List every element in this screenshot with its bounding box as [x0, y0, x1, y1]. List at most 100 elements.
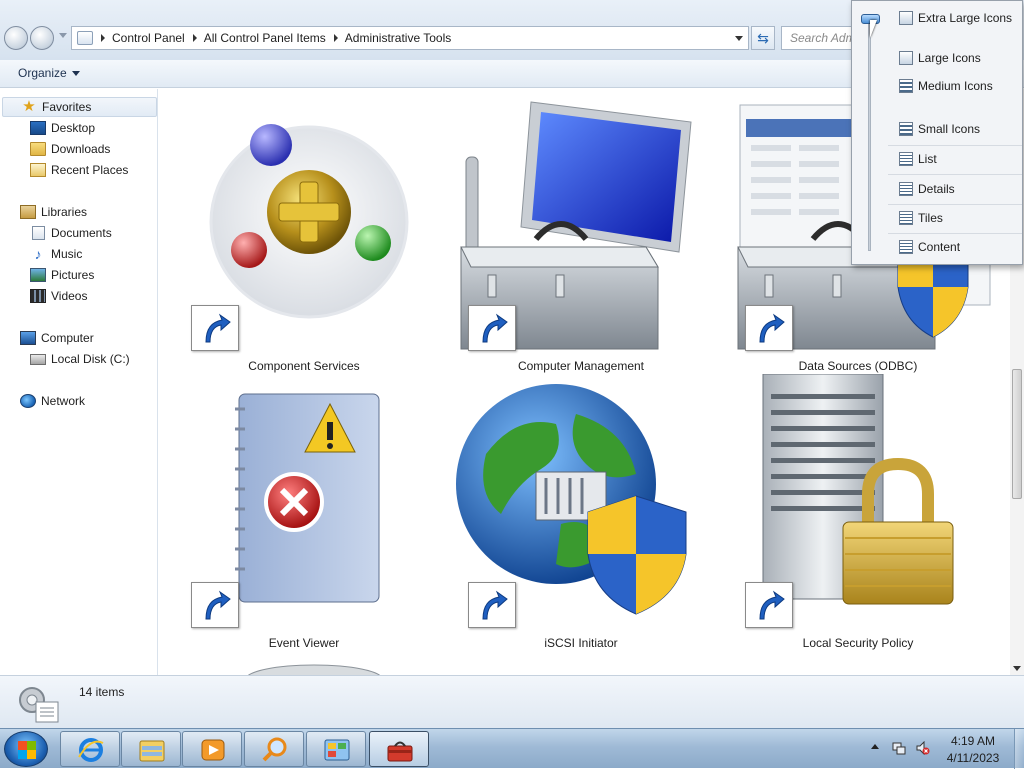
nav-recent-places[interactable]: Recent Places: [30, 160, 128, 180]
view-option-large-icons[interactable]: Large Icons: [892, 46, 1022, 70]
view-option-tiles[interactable]: Tiles: [892, 206, 1022, 230]
breadcrumb-control-panel[interactable]: Control Panel: [112, 31, 185, 45]
extra-large-icons-icon: [899, 11, 913, 25]
breadcrumb-chevron-icon[interactable]: [101, 34, 105, 42]
content-view-icon: [899, 240, 913, 254]
menu-separator: [888, 174, 1022, 175]
view-option-list[interactable]: List: [892, 147, 1022, 171]
nav-recent-places-label: Recent Places: [51, 163, 129, 177]
refresh-icon: ⇆: [757, 30, 769, 46]
small-icons-icon: [899, 122, 913, 136]
nav-favorites[interactable]: ★ Favorites: [2, 97, 157, 117]
toolbox-icon: [387, 741, 413, 762]
view-option-label: Extra Large Icons: [918, 11, 1013, 25]
navigation-pane: ★ Favorites Desktop Downloads Recent Pla…: [0, 89, 158, 675]
item-local-security-policy[interactable]: Local Security Policy: [723, 374, 993, 650]
nav-documents[interactable]: Documents: [30, 223, 112, 243]
shortcut-arrow-icon: [468, 582, 516, 628]
shortcut-arrow-icon: [191, 305, 239, 351]
clock-time[interactable]: 4:19 AM: [940, 734, 1006, 748]
partial-item-icon: [247, 664, 381, 675]
nav-favorites-label: Favorites: [42, 100, 92, 114]
address-bar[interactable]: Control Panel All Control Panel Items Ad…: [71, 26, 749, 50]
desktop-icon: [30, 121, 46, 135]
view-option-label: Details: [918, 182, 955, 196]
nav-videos[interactable]: Videos: [30, 286, 87, 306]
network-tray-icon[interactable]: [892, 741, 906, 755]
nav-music[interactable]: ♪ Music: [30, 244, 83, 264]
nav-local-disk[interactable]: Local Disk (C:): [30, 349, 130, 369]
scrollbar-thumb[interactable]: [1012, 369, 1022, 499]
pictures-icon: [30, 268, 46, 282]
taskbar-administrative-tools[interactable]: [369, 731, 429, 767]
taskbar-media-player[interactable]: [182, 731, 242, 767]
item-label: Local Security Policy: [802, 636, 914, 650]
view-option-label: Large Icons: [918, 51, 981, 65]
nav-computer[interactable]: Computer: [20, 328, 94, 348]
item-label: Computer Management: [517, 359, 645, 373]
nav-network[interactable]: Network: [20, 391, 85, 411]
nav-downloads[interactable]: Downloads: [30, 139, 110, 159]
scroll-down-arrow-icon[interactable]: [1013, 666, 1021, 671]
organize-button[interactable]: Organize: [18, 66, 80, 80]
taskbar-control-panel[interactable]: [306, 731, 366, 767]
windows-logo-icon: [18, 741, 36, 759]
internet-explorer-icon: [78, 738, 104, 762]
item-label: Event Viewer: [268, 636, 340, 650]
view-option-label: Medium Icons: [918, 79, 993, 93]
nav-network-label: Network: [41, 394, 86, 408]
view-size-slider[interactable]: [868, 17, 871, 251]
view-option-details[interactable]: Details: [892, 177, 1022, 201]
chevron-down-icon: [71, 71, 80, 77]
refresh-button[interactable]: ⇆: [751, 26, 775, 50]
item-iscsi-initiator[interactable]: iSCSI Initiator: [446, 374, 716, 650]
breadcrumb-all-items[interactable]: All Control Panel Items: [204, 31, 326, 45]
documents-icon: [32, 226, 45, 240]
item-component-services[interactable]: Component Services: [169, 97, 439, 373]
clock-date[interactable]: 4/11/2023: [940, 751, 1006, 765]
menu-separator: [888, 233, 1022, 234]
shortcut-arrow-icon: [468, 305, 516, 351]
item-count: 14 items: [79, 685, 125, 699]
computer-icon: [20, 331, 36, 345]
item-event-viewer[interactable]: Event Viewer: [169, 374, 439, 650]
nav-libraries[interactable]: Libraries: [20, 202, 87, 222]
breadcrumb-chevron-icon[interactable]: [192, 34, 197, 42]
volume-muted-icon[interactable]: [916, 741, 930, 755]
nav-videos-label: Videos: [51, 289, 88, 303]
nav-music-label: Music: [51, 247, 83, 261]
view-option-small-icons[interactable]: Small Icons: [892, 117, 1022, 141]
details-view-icon: [899, 182, 913, 196]
menu-separator: [888, 204, 1022, 205]
view-menu: Extra Large Icons Large Icons Medium Ico…: [851, 0, 1023, 265]
back-button[interactable]: [4, 26, 28, 50]
breadcrumb-chevron-icon[interactable]: [333, 34, 338, 42]
nav-pictures[interactable]: Pictures: [30, 265, 94, 285]
start-button[interactable]: [4, 731, 48, 767]
network-icon: [20, 394, 36, 408]
view-option-medium-icons[interactable]: Medium Icons: [892, 74, 1022, 98]
recent-pages-dropdown[interactable]: [59, 33, 67, 38]
shortcut-arrow-icon: [745, 582, 793, 628]
large-icons-icon: [899, 51, 913, 65]
taskbar-search[interactable]: [244, 731, 304, 767]
breadcrumb-admin-tools[interactable]: Administrative Tools: [345, 31, 452, 45]
view-option-content[interactable]: Content: [892, 235, 1022, 259]
control-panel-icon: [324, 739, 350, 761]
taskbar-internet-explorer[interactable]: [60, 731, 120, 767]
address-dropdown-icon[interactable]: [735, 36, 743, 41]
show-desktop-button[interactable]: [1014, 729, 1024, 769]
show-hidden-icons-button[interactable]: [871, 744, 879, 749]
item-computer-management[interactable]: Computer Management: [446, 97, 716, 373]
item-label: Component Services: [248, 359, 360, 373]
control-panel-icon: [77, 31, 93, 45]
star-icon: ★: [22, 98, 36, 115]
forward-button[interactable]: [30, 26, 54, 50]
music-icon: ♪: [34, 246, 42, 262]
shortcut-arrow-icon: [745, 305, 793, 351]
libraries-icon: [20, 205, 36, 219]
view-option-extra-large-icons[interactable]: Extra Large Icons: [892, 6, 1022, 30]
nav-downloads-label: Downloads: [51, 142, 111, 156]
taskbar-windows-explorer[interactable]: [121, 731, 181, 767]
nav-desktop[interactable]: Desktop: [30, 118, 95, 138]
